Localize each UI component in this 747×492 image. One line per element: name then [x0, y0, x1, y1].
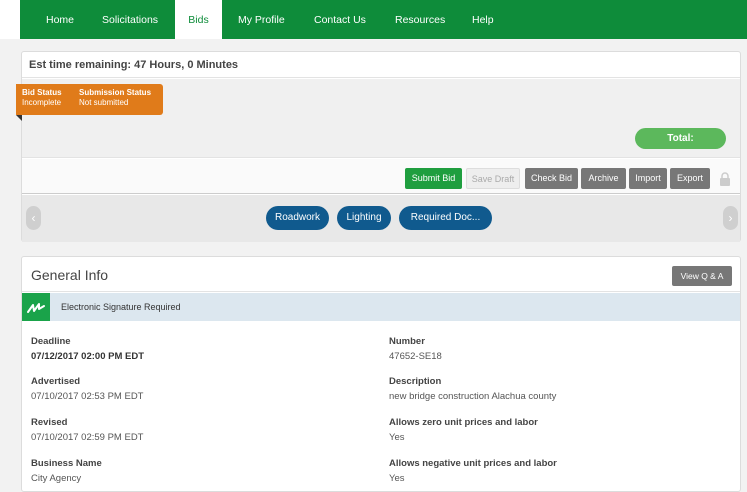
nav-help[interactable]: Help — [472, 0, 494, 39]
bid-status: Bid Status Incomplete — [22, 88, 62, 107]
view-qa-button[interactable]: View Q & A — [672, 266, 732, 286]
field-value: 47652-SE18 — [389, 351, 442, 362]
tab-roadwork[interactable]: Roadwork — [266, 206, 329, 230]
field-number: Number 47652-SE18 — [389, 335, 442, 363]
nav-home[interactable]: Home — [46, 0, 74, 39]
import-button[interactable]: Import — [629, 168, 667, 189]
field-value: City Agency — [31, 473, 82, 484]
field-business-name: Business Name City Agency — [31, 457, 102, 485]
field-label: Allows zero unit prices and labor — [389, 417, 538, 428]
general-info-panel: General Info View Q & A Electronic Signa… — [21, 256, 741, 492]
scroll-left-arrow[interactable]: ‹ — [26, 206, 41, 230]
status-area: Bid Status Incomplete Submission Status … — [16, 79, 740, 158]
tab-required-documents[interactable]: Required Doc... — [399, 206, 492, 230]
submission-status-value: Not submitted — [79, 97, 129, 107]
nav-contact-us[interactable]: Contact Us — [314, 0, 366, 39]
signature-bar: Electronic Signature Required — [22, 293, 740, 321]
bid-toolbar: Submit Bid Save Draft Check Bid Archive … — [22, 159, 740, 194]
save-draft-button[interactable]: Save Draft — [466, 168, 520, 189]
submit-bid-button[interactable]: Submit Bid — [405, 168, 462, 189]
ribbon-fold — [16, 115, 22, 121]
signature-text: Electronic Signature Required — [61, 302, 181, 312]
submission-status: Submission Status Not submitted — [79, 88, 151, 107]
field-label: Allows negative unit prices and labor — [389, 458, 557, 469]
field-revised: Revised 07/10/2017 02:59 PM EDT — [31, 416, 144, 444]
time-remaining-text: Est time remaining: 47 Hours, 0 Minutes — [29, 59, 239, 71]
scroll-right-arrow[interactable]: › — [723, 206, 738, 230]
status-ribbon: Bid Status Incomplete Submission Status … — [16, 84, 163, 115]
check-bid-button[interactable]: Check Bid — [525, 168, 578, 189]
export-button[interactable]: Export — [670, 168, 710, 189]
field-value: 07/10/2017 02:59 PM EDT — [31, 432, 144, 443]
field-advertised: Advertised 07/10/2017 02:53 PM EDT — [31, 375, 144, 403]
bid-status-value: Incomplete — [22, 97, 62, 107]
field-value: 07/12/2017 02:00 PM EDT — [31, 351, 145, 362]
general-info-header: General Info View Q & A — [22, 257, 740, 292]
signature-icon — [22, 293, 50, 321]
bid-panel: Est time remaining: 47 Hours, 0 Minutes … — [16, 51, 741, 242]
field-label: Revised — [31, 417, 68, 428]
field-label: Description — [389, 376, 442, 387]
top-nav: Home Solicitations Bids My Profile Conta… — [20, 0, 747, 39]
field-deadline: Deadline 07/12/2017 02:00 PM EDT — [31, 335, 144, 363]
nav-bids[interactable]: Bids — [175, 0, 222, 39]
field-allows-zero-prices: Allows zero unit prices and labor Yes — [389, 416, 538, 444]
field-label: Deadline — [31, 336, 71, 347]
nav-my-profile[interactable]: My Profile — [238, 0, 285, 39]
submission-status-label: Submission Status — [79, 88, 152, 97]
total-pill: Total: — [635, 128, 726, 149]
field-label: Number — [389, 336, 425, 347]
field-allows-negative-prices: Allows negative unit prices and labor Ye… — [389, 457, 557, 485]
archive-button[interactable]: Archive — [581, 168, 626, 189]
nav-solicitations[interactable]: Solicitations — [102, 0, 158, 39]
general-info-title: General Info — [31, 267, 109, 283]
field-description: Description new bridge construction Alac… — [389, 375, 556, 403]
field-label: Advertised — [31, 376, 81, 387]
tabs-row: ‹ Roadwork Lighting Required Doc... › — [22, 195, 740, 242]
bid-status-label: Bid Status — [22, 88, 62, 97]
field-value: Yes — [389, 432, 405, 443]
lock-icon — [720, 172, 730, 186]
field-value: 07/10/2017 02:53 PM EDT — [31, 391, 144, 402]
time-remaining-bar: Est time remaining: 47 Hours, 0 Minutes — [22, 52, 740, 78]
field-value: new bridge construction Alachua county — [389, 391, 557, 402]
nav-resources[interactable]: Resources — [395, 0, 445, 39]
tab-lighting[interactable]: Lighting — [337, 206, 391, 230]
field-value: Yes — [389, 473, 405, 484]
field-label: Business Name — [31, 458, 102, 469]
